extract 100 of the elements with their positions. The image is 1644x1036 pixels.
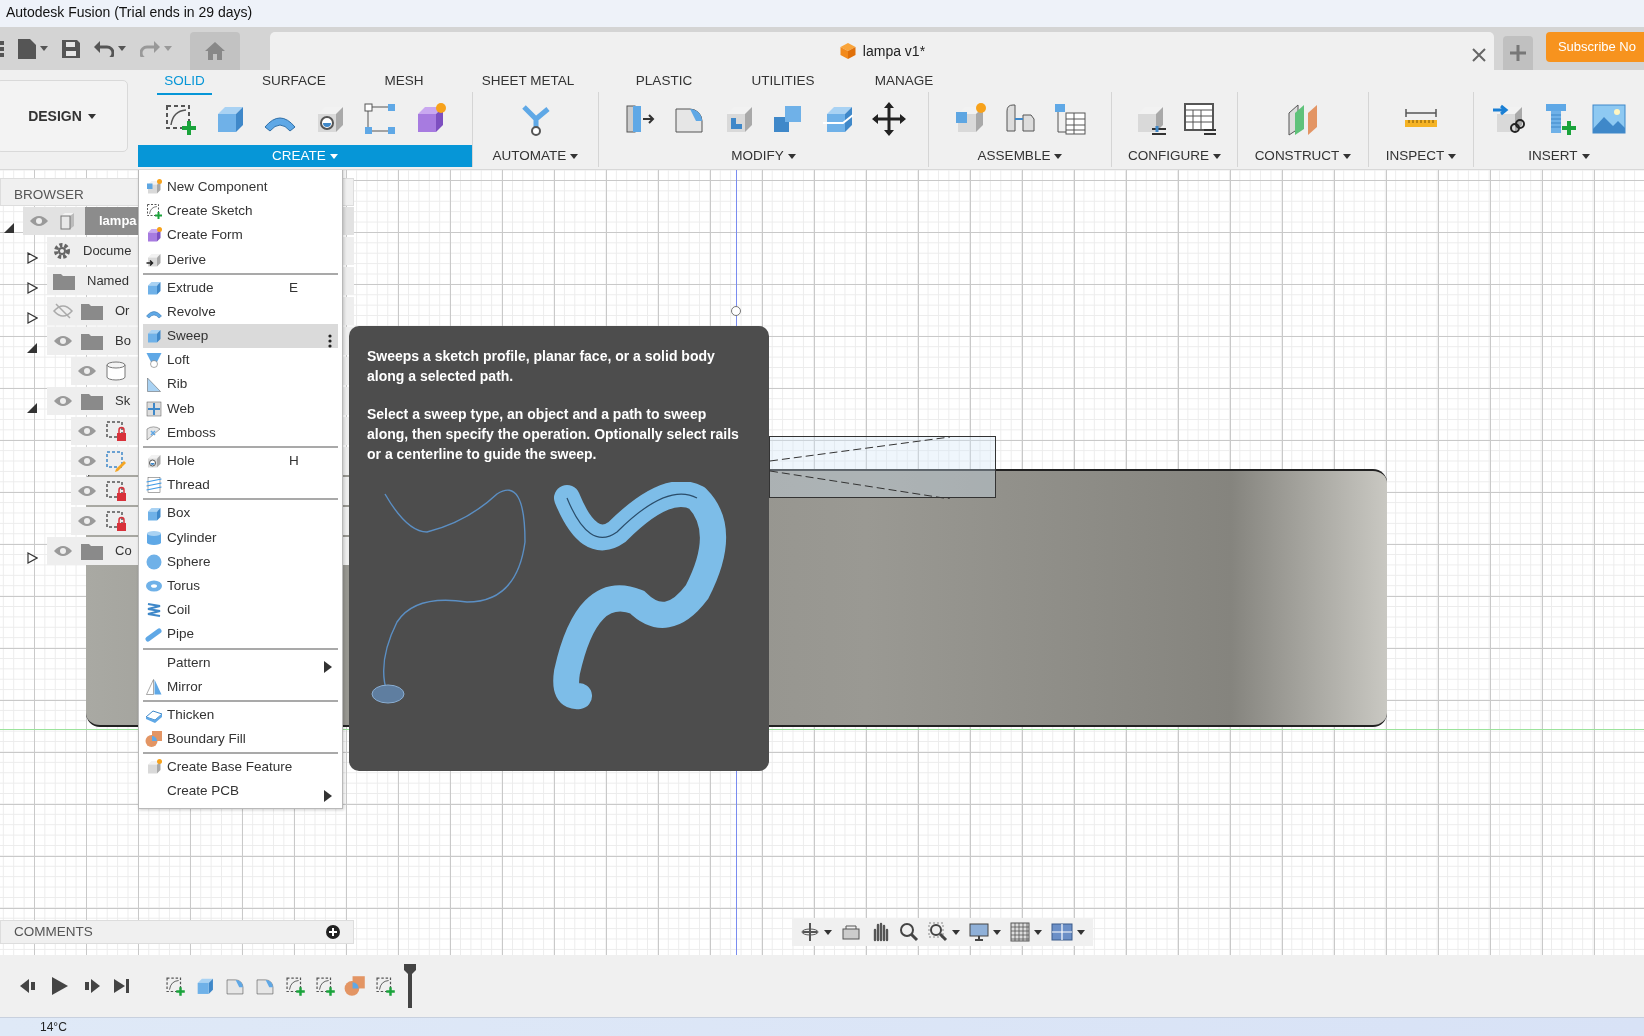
menu-item[interactable]: Thicken	[143, 702, 338, 728]
menu-item[interactable]: Create Sketch	[143, 199, 338, 224]
emboss-icon[interactable]	[145, 423, 163, 442]
tree-item-label[interactable]: Co	[115, 541, 132, 561]
grid-dots-icon[interactable]	[0, 40, 4, 57]
close-icon[interactable]	[1471, 47, 1486, 62]
folder-icon[interactable]	[53, 272, 75, 290]
hole-icon[interactable]	[145, 452, 163, 471]
sketch-edit-icon[interactable]	[105, 450, 127, 472]
sketch-icon[interactable]	[284, 975, 306, 997]
undo-icon[interactable]	[94, 40, 114, 57]
locked-sketch-icon[interactable]	[105, 480, 127, 502]
tool-group-menu[interactable]: MODIFY	[599, 145, 928, 167]
web-icon[interactable]	[145, 399, 163, 418]
expand-arrow-icon[interactable]	[26, 551, 38, 564]
tool-group-menu[interactable]: INSERT	[1474, 145, 1644, 167]
tool-group-menu[interactable]: AUTOMATE	[473, 145, 598, 167]
menu-item[interactable]: Loft	[143, 348, 338, 373]
folder-icon[interactable]	[81, 542, 103, 560]
sphere-icon[interactable]	[145, 552, 163, 571]
menu-item[interactable]: Derive	[143, 247, 338, 272]
tree-item-label[interactable]: Sk	[115, 391, 131, 411]
collapse-arrow-icon[interactable]	[3, 221, 15, 234]
sketch-icon[interactable]	[164, 975, 186, 997]
thread-icon[interactable]	[145, 476, 163, 495]
coil-icon[interactable]	[145, 601, 163, 620]
body-icon[interactable]	[105, 361, 127, 381]
menu-item[interactable]: Hole H	[143, 449, 338, 474]
tree-item-label[interactable]: Or	[115, 301, 130, 321]
gear-icon[interactable]	[53, 242, 71, 260]
eye-icon[interactable]	[77, 454, 97, 468]
expand-arrow-icon[interactable]	[26, 251, 38, 264]
collapse-arrow-icon[interactable]	[26, 401, 38, 414]
document-tab[interactable]: lampa v1*	[838, 40, 926, 62]
shapes-icon[interactable]	[344, 975, 366, 997]
menu-item[interactable]: Sphere	[143, 549, 338, 574]
pattern-icon[interactable]	[362, 100, 398, 137]
menu-item[interactable]: Boundary Fill	[143, 727, 338, 752]
ribbon-tab[interactable]: PLASTIC	[597, 70, 731, 92]
collapse-arrow-icon[interactable]	[26, 341, 38, 354]
menu-item[interactable]: Rib	[143, 372, 338, 397]
expand-arrow-icon[interactable]	[26, 281, 38, 294]
menu-item[interactable]: Create PCB	[143, 779, 338, 804]
menu-item[interactable]: Cylinder	[143, 525, 338, 550]
ribbon-tab[interactable]: UTILITIES	[731, 70, 835, 92]
tree-item-label[interactable]: Docume	[83, 241, 132, 261]
file-icon[interactable]	[18, 38, 36, 59]
rib-icon[interactable]	[145, 375, 163, 394]
more-icon[interactable]	[328, 333, 332, 348]
redo-icon[interactable]	[140, 40, 160, 57]
eye-icon[interactable]	[77, 424, 97, 438]
menu-item[interactable]: Web	[143, 396, 338, 421]
menu-item[interactable]: Pipe	[143, 622, 338, 647]
workspace-button[interactable]: DESIGN	[0, 80, 128, 152]
tool-group-menu[interactable]: INSPECT	[1369, 145, 1473, 167]
ribbon-tab[interactable]: MESH	[349, 70, 459, 92]
table-icon[interactable]	[1181, 100, 1218, 137]
folder-icon[interactable]	[81, 392, 103, 410]
menu-item[interactable]: New Component	[143, 175, 338, 200]
folder-icon[interactable]	[81, 302, 103, 320]
eye-icon[interactable]	[77, 514, 97, 528]
new-tab-button[interactable]	[1502, 36, 1533, 70]
sketch-icon[interactable]	[314, 975, 336, 997]
eye-icon[interactable]	[77, 364, 97, 378]
cube-icon[interactable]	[145, 226, 163, 245]
menu-item[interactable]: Sweep	[143, 324, 338, 349]
save-icon[interactable]	[62, 39, 80, 58]
eye-icon[interactable]	[29, 214, 49, 228]
tool-group-menu[interactable]: CONSTRUCT	[1238, 145, 1368, 167]
step-back-icon[interactable]	[20, 978, 38, 994]
menu-item[interactable]: Pattern	[143, 650, 338, 675]
menu-item[interactable]: Coil	[143, 598, 338, 623]
home-button[interactable]	[190, 32, 240, 70]
menu-item[interactable]: Extrude E	[143, 275, 338, 300]
menu-item[interactable]: Thread	[143, 473, 338, 498]
eye-icon[interactable]	[53, 334, 73, 348]
expand-arrow-icon[interactable]	[26, 311, 38, 324]
shapes-icon[interactable]	[145, 730, 163, 749]
grid-icon[interactable]	[1010, 922, 1030, 942]
tool-group-menu[interactable]: CONFIGURE	[1112, 145, 1237, 167]
menu-item[interactable]: Create Base Feature	[143, 755, 338, 780]
eye-icon[interactable]	[77, 484, 97, 498]
loft-icon[interactable]	[145, 351, 163, 370]
zoom-icon[interactable]	[899, 922, 919, 942]
folder-icon[interactable]	[81, 332, 103, 350]
menu-item[interactable]: Create Form	[143, 223, 338, 248]
ribbon-tab[interactable]: SHEET METAL	[459, 70, 597, 92]
playhead-marker[interactable]	[404, 964, 416, 1008]
ribbon-tab[interactable]: SURFACE	[239, 70, 349, 92]
hidden-eye-icon[interactable]	[53, 303, 73, 319]
menu-item[interactable]: Mirror	[143, 674, 338, 699]
sketch-icon[interactable]	[145, 202, 163, 221]
add-icon[interactable]	[326, 925, 340, 939]
pipe-icon[interactable]	[145, 625, 163, 644]
skip-end-icon[interactable]	[114, 978, 130, 994]
play-icon[interactable]	[52, 977, 68, 995]
tree-item-label[interactable]: Named	[87, 271, 129, 291]
menu-item[interactable]: Torus	[143, 574, 338, 599]
menu-item[interactable]: Revolve	[143, 299, 338, 325]
move-icon[interactable]	[870, 100, 907, 137]
